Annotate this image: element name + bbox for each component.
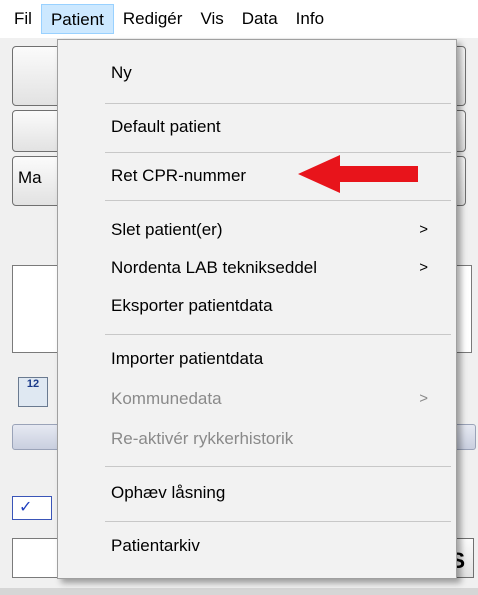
patient-dropdown-menu: Ny Default patient Ret CPR-nummer Slet p… xyxy=(57,39,457,579)
menu-item-reaktiver-rykkerhistorik: Re-aktivér rykkerhistorik xyxy=(58,424,456,454)
checkmark-icon: ✓ xyxy=(19,499,33,516)
menu-data[interactable]: Data xyxy=(233,4,287,34)
menu-separator xyxy=(105,521,451,522)
menu-item-default-patient[interactable]: Default patient xyxy=(58,112,456,142)
menu-item-patientarkiv[interactable]: Patientarkiv xyxy=(58,531,456,561)
menu-fil[interactable]: Fil xyxy=(0,4,41,34)
chevron-right-icon: > xyxy=(419,390,428,407)
red-arrow-icon xyxy=(298,155,418,193)
menu-item-label: Importer patientdata xyxy=(111,349,264,368)
chevron-right-icon: > xyxy=(419,259,428,276)
menu-item-label: Default patient xyxy=(111,117,221,136)
menu-item-label: Eksporter patientdata xyxy=(111,296,273,315)
menu-item-nordenta-lab[interactable]: Nordenta LAB teknikseddel > xyxy=(58,253,456,283)
menu-item-label: Re-aktivér rykkerhistorik xyxy=(111,429,294,448)
menu-item-label: Kommunedata xyxy=(111,389,222,408)
menu-item-ophaev-laasning[interactable]: Ophæv låsning xyxy=(58,478,456,508)
menu-item-label: Patientarkiv xyxy=(111,536,200,555)
menu-item-eksporter-patientdata[interactable]: Eksporter patientdata xyxy=(58,291,456,321)
menu-item-label: Ret CPR-nummer xyxy=(111,166,247,185)
menu-separator xyxy=(105,466,451,467)
background-label: Ma xyxy=(18,168,42,187)
menu-separator xyxy=(105,103,451,104)
background-checkbox[interactable]: ✓ xyxy=(12,496,52,520)
menu-vis[interactable]: Vis xyxy=(191,4,232,34)
menu-info[interactable]: Info xyxy=(287,4,333,34)
menu-item-label: Slet patient(er) xyxy=(111,220,223,239)
calendar-icon-text: 12 xyxy=(26,378,40,390)
menu-item-label: Ophæv låsning xyxy=(111,483,226,502)
menu-item-ny[interactable]: Ny xyxy=(58,58,456,88)
menu-item-label: Nordenta LAB teknikseddel xyxy=(111,258,318,277)
menu-item-slet-patienter[interactable]: Slet patient(er) > xyxy=(58,215,456,245)
chevron-right-icon: > xyxy=(419,221,428,238)
menu-separator xyxy=(105,200,451,201)
menu-item-importer-patientdata[interactable]: Importer patientdata xyxy=(58,344,456,374)
menu-patient[interactable]: Patient xyxy=(40,4,114,34)
menu-item-kommunedata: Kommunedata > xyxy=(58,384,456,414)
menu-separator xyxy=(105,334,451,335)
menu-bar: Fil Patient Redigér Vis Data Info xyxy=(0,0,478,38)
menu-rediger[interactable]: Redigér xyxy=(114,4,192,34)
arrow-shape xyxy=(298,155,418,193)
background-divider xyxy=(0,588,478,595)
menu-item-label: Ny xyxy=(111,63,132,82)
calendar-clock-icon[interactable]: 12 xyxy=(18,377,48,407)
